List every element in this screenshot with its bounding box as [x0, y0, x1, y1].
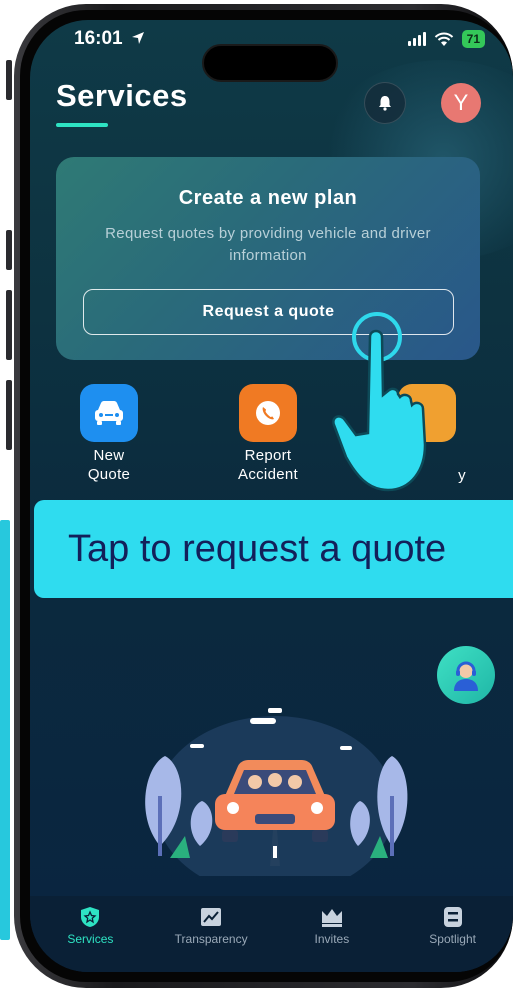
action-new-quote-label: New Quote	[87, 447, 131, 483]
signal-icon	[407, 32, 426, 46]
side-button-left-1	[6, 60, 12, 100]
bell-icon	[379, 96, 391, 111]
star-shield-icon	[81, 907, 100, 927]
chart-icon	[201, 908, 222, 926]
battery-indicator: 71	[461, 30, 485, 48]
phone-call-icon	[239, 384, 297, 442]
side-button-left-2	[6, 230, 12, 270]
dynamic-island	[202, 44, 338, 82]
tab-services[interactable]: Services	[35, 896, 145, 972]
bottom-tab-bar: Services Transparency Invites Spotlight	[30, 896, 513, 972]
car-trip-illustration	[145, 708, 408, 876]
tab-spotlight[interactable]: Spotlight	[398, 896, 508, 972]
status-time: 16:01	[74, 28, 145, 50]
side-accent-strip	[0, 520, 10, 940]
car-icon	[80, 384, 138, 442]
list-icon	[443, 907, 462, 927]
side-button-left-3	[6, 290, 12, 360]
tab-spotlight-label: Spotlight	[429, 932, 476, 946]
tab-transparency[interactable]: Transparency	[156, 896, 266, 972]
callout-text: Tap to request a quote	[68, 527, 447, 570]
crown-icon	[321, 909, 342, 927]
notifications-button[interactable]	[364, 82, 406, 124]
tab-transparency-label: Transparency	[174, 932, 248, 946]
side-button-left-4	[6, 380, 12, 450]
status-indicators: 71	[407, 30, 485, 48]
action-report-accident[interactable]: Report Accident	[208, 384, 328, 484]
wifi-icon	[434, 32, 453, 46]
tab-invites[interactable]: Invites	[277, 896, 387, 972]
action-new-quote[interactable]: New Quote	[49, 384, 169, 484]
title-underline	[56, 123, 108, 127]
location-arrow-icon	[131, 32, 144, 44]
action-report-accident-label: Report Accident	[238, 447, 298, 483]
avatar[interactable]: Y	[441, 83, 481, 123]
tutorial-callout: Tap to request a quote	[34, 500, 513, 598]
support-agent-icon	[454, 661, 478, 691]
plan-card-title: Create a new plan	[178, 187, 358, 209]
support-agent-button[interactable]	[437, 646, 495, 704]
tab-invites-label: Invites	[314, 932, 350, 946]
tab-services-label: Services	[67, 932, 114, 946]
plan-card-subtitle: Request quotes by providing vehicle and …	[105, 225, 431, 264]
page-title: Services	[56, 78, 188, 113]
pointing-hand-icon	[332, 329, 427, 492]
app-screen: 16:01 71 Services Y Create a new plan Re…	[30, 20, 513, 972]
